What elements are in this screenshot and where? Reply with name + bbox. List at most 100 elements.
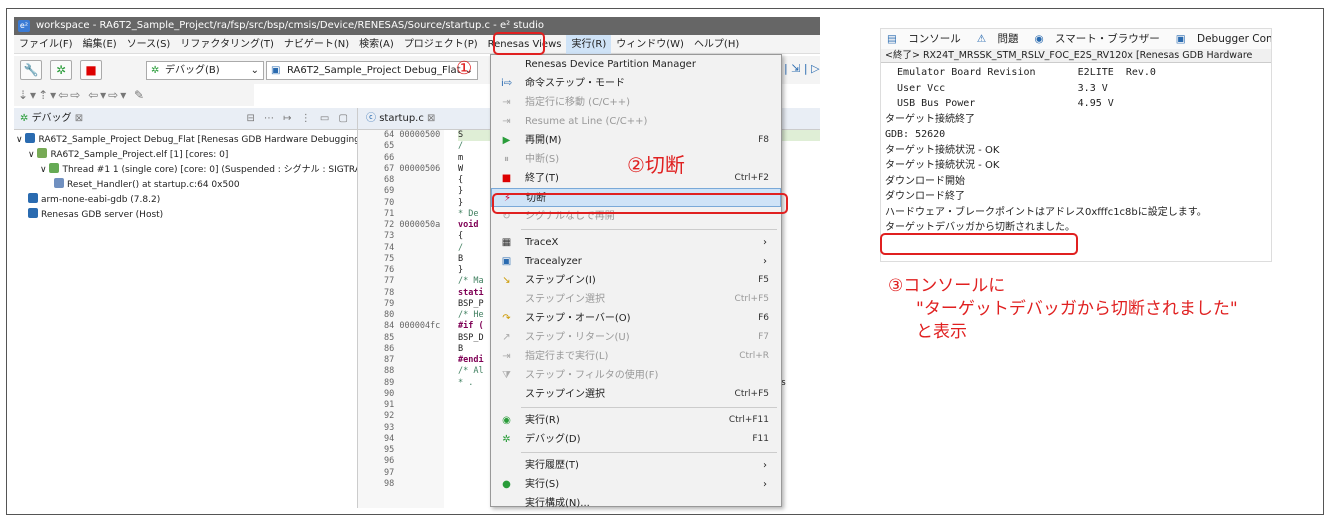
console-line: User Vcc 3.3 V [885, 82, 1108, 94]
menu-item[interactable]: ↷ ステップ・オーバー(O) F6 [491, 309, 781, 328]
launch-config-combo[interactable]: ▣ RA6T2_Sample_Project Debug_Flat ⌄ [266, 61, 478, 80]
menu-item[interactable]: i⇨ 命令ステップ・モード [491, 74, 781, 93]
menu-item[interactable]: ↘ ステップイン(I) F5 [491, 271, 781, 290]
menu-item[interactable]: ナビゲート(N) [279, 35, 354, 54]
menu-item[interactable]: ▦ TraceX › [491, 233, 781, 252]
line-number: 79 [384, 298, 395, 309]
code-text: /* Ma [458, 276, 484, 287]
debug-bug-icon[interactable]: ✲ [50, 60, 72, 80]
menu-item[interactable]: ↗ ステップ・リターン(U) F7 [491, 328, 781, 347]
smart-browser-icon: ◉ [1034, 33, 1048, 45]
debug-tree-label: RA6T2_Sample_Project Debug_Flat [Renesas… [38, 135, 357, 145]
menu-item[interactable]: ▶ 再開(M) F8 [491, 131, 781, 150]
line-number: 77 [384, 276, 395, 287]
debug-tree-item[interactable]: Reset_Handler() at startup.c:64 0x500 [14, 178, 357, 193]
debug-view-tab[interactable]: ✲ デバッグ ⊠ ⊟ ⋯ ↦ ⋮ ▭ ▢ [14, 108, 357, 130]
console-view: ▤ コンソール ⚠ 問題 ◉ スマート・ブラウザー ▣ Debugger Consol… [880, 28, 1272, 262]
menu-item-label: 指定行に移動 (C/C++) [525, 97, 631, 108]
menu-item[interactable]: 実行構成(N)... [491, 494, 781, 513]
debug-tree-item[interactable]: ∨ RA6T2_Sample_Project.elf [1] [cores: 0… [14, 148, 357, 163]
console-line: ダウンロード開始 [885, 175, 965, 187]
menu-item[interactable]: Renesas Device Partition Manager [491, 55, 781, 74]
resume-icon: ▶ [502, 135, 511, 146]
console-tab[interactable]: ▣ Debugger Console [1176, 33, 1271, 45]
console-tab-label: Debugger Console [1196, 33, 1271, 45]
menu-item[interactable]: ● 実行(S) › [491, 475, 781, 494]
debug-tree-item[interactable]: arm-none-eabi-gdb (7.8.2) [14, 193, 357, 208]
debug-tree-item[interactable]: ∨ Thread #1 1 (single core) [core: 0] (S… [14, 163, 357, 178]
step3-note: ③コンソールに "ターゲットデバッガから切断されました" と表示 [888, 275, 1238, 344]
menu-item[interactable]: 実行(R) [566, 35, 612, 54]
line-number: 71 [384, 208, 395, 219]
menu-item[interactable]: ヘルプ(H) [689, 35, 744, 54]
menu-item[interactable]: ⧩ ステップ・フィルタの使用(F) [491, 366, 781, 385]
highlight-disconnect [492, 193, 788, 214]
gdb-process-icon [28, 193, 38, 203]
line-number: 90 [384, 388, 395, 399]
menu-item[interactable]: ⇥ 指定行まで実行(L) Ctrl+R [491, 347, 781, 366]
menu-item[interactable]: ソース(S) [122, 35, 176, 54]
line-number: 74 [384, 242, 395, 253]
menu-item-accelerator: F11 [752, 434, 769, 444]
menu-item[interactable]: ◉ 実行(R) Ctrl+F11 [491, 411, 781, 430]
step3-line2: "ターゲットデバッガから切断されました" [916, 299, 1238, 319]
console-tab[interactable]: ◉ スマート・ブラウザー [1035, 33, 1168, 45]
run-menu: Renesas Device Partition Manager i⇨ 命令ステップ… [490, 54, 782, 509]
toolbar-right-icons[interactable]: | ⇲ | ▷ [784, 62, 820, 75]
stack-frame-icon [54, 178, 64, 188]
menu-item-label: ステップ・フィルタの使用(F) [525, 370, 659, 381]
console-tab[interactable]: ⚠ 問題 [977, 33, 1027, 45]
debug-mode-combo[interactable]: ✲ デバッグ(B) ⌄ [146, 61, 264, 80]
code-text: BSP_P [458, 298, 484, 309]
close-icon[interactable]: ⊠ [75, 113, 83, 124]
debug-bug-icon: ✲ [20, 113, 32, 124]
view-actions[interactable]: ⊟ ⋯ ↦ ⋮ ▭ ▢ [246, 108, 351, 130]
menu-item[interactable]: プロジェクト(P) [399, 35, 483, 54]
code-text: #if ( [458, 321, 484, 332]
window-title-bar: e² workspace - RA6T2_Sample_Project/ra/fs… [14, 17, 820, 35]
console-tab-label: コンソール [908, 33, 961, 45]
menu-item[interactable]: ⇥ Resume at Line (C/C++) [491, 112, 781, 131]
tool-icon[interactable]: 🔧 [20, 60, 42, 80]
debugger-console-icon: ▣ [1175, 33, 1189, 45]
problems-icon: ⚠ [976, 33, 990, 45]
menu-item[interactable]: ステップイン選択 Ctrl+F5 [491, 385, 781, 404]
console-line: ダウンロード終了 [885, 191, 965, 202]
menu-item[interactable]: ステップイン選択 Ctrl+F5 [491, 290, 781, 309]
menu-item[interactable]: リファクタリング(T) [175, 35, 279, 54]
menu-item[interactable]: ⇥ 指定行に移動 (C/C++) [491, 93, 781, 112]
menu-item[interactable]: 実行履歴(T) › [491, 456, 781, 475]
menu-item[interactable]: ファイル(F) [14, 35, 78, 54]
code-text: } [458, 186, 464, 197]
line-number: 91 [384, 400, 395, 410]
close-icon[interactable]: ⊠ [427, 113, 435, 124]
line-number: 73 [384, 231, 395, 242]
line-number: 72 0000050a [384, 220, 441, 230]
step-filter-icon: ⧩ [502, 370, 511, 381]
step-over-icon: ↷ [502, 313, 511, 324]
line-number: 88 [384, 366, 395, 377]
menu-item-label: ステップイン選択 [525, 389, 605, 400]
menu-item[interactable]: ウィンドウ(W) [611, 35, 689, 54]
menu-item[interactable]: ✲ デバッグ(D) F11 [491, 430, 781, 449]
stop-icon[interactable]: ■ [80, 60, 102, 80]
secondary-toolbar[interactable]: ⇣▾⇡▾⇦⇨ ⇦▾⇨▾ ✎ [14, 84, 254, 106]
console-tab[interactable]: ▤ コンソール [887, 33, 969, 45]
debug-tree-item[interactable]: Renesas GDB server (Host) [14, 208, 357, 223]
launch-config-icon: ▣ [271, 65, 281, 76]
menu-item[interactable]: 検索(A) [354, 35, 399, 54]
debug-tree-item[interactable]: ∨ RA6T2_Sample_Project Debug_Flat [Renes… [14, 133, 357, 148]
menu-item[interactable]: 編集(E) [78, 35, 122, 54]
menu-item[interactable]: ▣ Tracealyzer › [491, 252, 781, 271]
line-number: 95 [384, 445, 395, 455]
run-icon: ◉ [502, 415, 511, 426]
menu-item-label: ステップイン選択 [525, 294, 605, 305]
line-number: 67 00000506 [384, 163, 441, 174]
menu-item-label: 命令ステップ・モード [525, 78, 625, 89]
code-text: stati [458, 287, 484, 298]
menu-item-accelerator: Ctrl+F5 [734, 389, 769, 399]
step-return-icon: ↗ [502, 332, 511, 343]
run-to-line-icon: ⇥ [502, 351, 511, 362]
console-line: ターゲット接続状況 - OK [885, 160, 1000, 171]
line-number: 86 [384, 343, 395, 354]
